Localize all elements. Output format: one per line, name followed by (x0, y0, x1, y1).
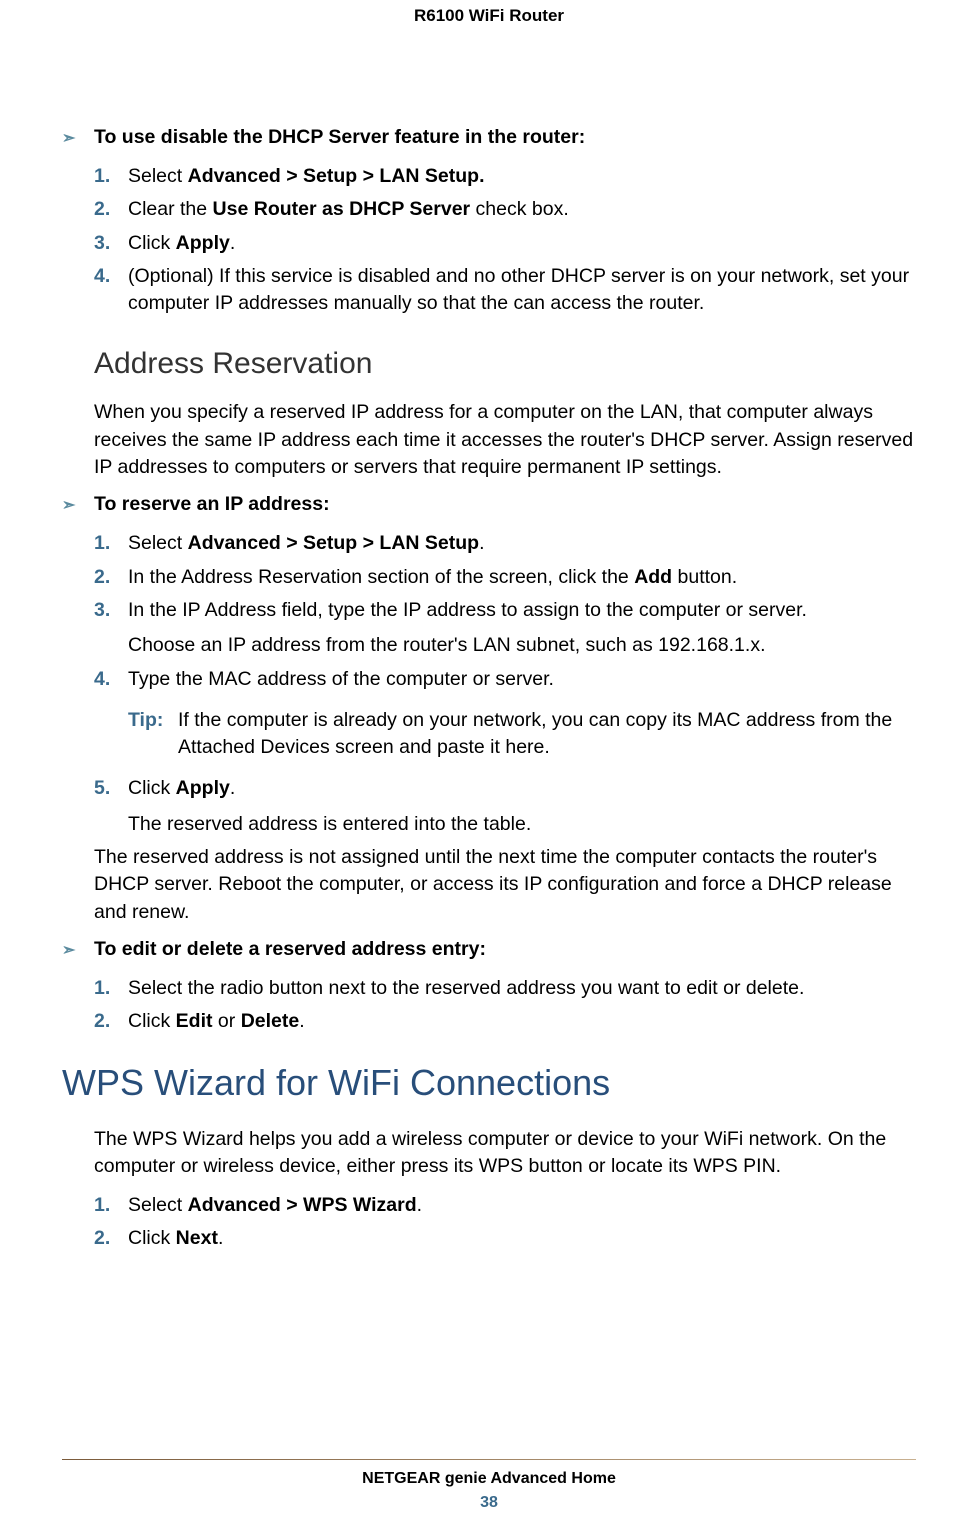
list-item: 1. Select the radio button next to the re… (94, 975, 916, 1002)
section-heading-address-reservation: Address Reservation (94, 347, 916, 381)
step-post: . (218, 1227, 223, 1249)
step-number: 4. (94, 666, 110, 693)
steps-wps: 1. Select Advanced > WPS Wizard. 2. Click … (62, 1192, 916, 1253)
step-text: In the Address Reservation section of th… (128, 566, 634, 588)
list-item: 3. Click Apply. (94, 230, 916, 257)
footer-divider (62, 1459, 916, 1460)
paragraph: When you specify a reserved IP address f… (94, 399, 916, 481)
step-bold: Add (634, 566, 672, 588)
arrow-icon: ➣ (62, 940, 75, 960)
step-text: Select (128, 165, 188, 187)
page-header: R6100 WiFi Router (0, 0, 978, 26)
list-item: 1. Select Advanced > Setup > LAN Setup. (94, 530, 916, 557)
list-item: 2. In the Address Reservation section of … (94, 564, 916, 591)
step-number: 2. (94, 1225, 110, 1252)
tip-block: Tip: If the computer is already on your … (128, 707, 916, 762)
step-bold: Edit (176, 1010, 213, 1032)
step-post: check box. (470, 198, 569, 220)
step-number: 2. (94, 1008, 110, 1035)
footer-title: NETGEAR genie Advanced Home (0, 1470, 978, 1488)
step-post: or (213, 1010, 241, 1032)
step-text: Select the radio button next to the rese… (128, 977, 804, 999)
list-item: 4. Type the MAC address of the computer o… (94, 666, 916, 693)
step-post: . (230, 777, 235, 799)
paragraph: The WPS Wizard helps you add a wireless … (94, 1126, 916, 1181)
step-text: Click (128, 1010, 176, 1032)
step-text: In the IP Address field, type the IP add… (128, 599, 807, 621)
step-post: . (230, 232, 235, 254)
step-post: button. (672, 566, 737, 588)
task-heading-text: To reserve an IP address: (94, 493, 330, 515)
step-number: 1. (94, 163, 110, 190)
step-text: Type the MAC address of the computer or … (128, 668, 554, 690)
step-text: Click (128, 1227, 176, 1249)
step-number: 2. (94, 564, 110, 591)
list-item: 2. Click Edit or Delete. (94, 1008, 916, 1035)
list-item: 1. Select Advanced > Setup > LAN Setup. (94, 163, 916, 190)
list-item: 5. Click Apply. The reserved address is en… (94, 775, 916, 838)
task-heading-edit-delete: ➣ To edit or delete a reserved address e… (62, 938, 916, 961)
step-text: Click (128, 777, 176, 799)
step-post: . (479, 532, 484, 554)
page-footer: NETGEAR genie Advanced Home 38 (0, 1459, 978, 1512)
step-number: 3. (94, 597, 110, 624)
tip-label: Tip: (128, 707, 163, 734)
step-number: 2. (94, 196, 110, 223)
step-number: 5. (94, 775, 110, 802)
page-number: 38 (0, 1494, 978, 1512)
page-content: ➣ To use disable the DHCP Server feature… (0, 26, 978, 1253)
steps-reserve-ip-cont: 5. Click Apply. The reserved address is en… (62, 775, 916, 838)
step-text: Select (128, 532, 188, 554)
step-post: . (417, 1194, 422, 1216)
step-bold: Apply (176, 232, 230, 254)
step-text: Select (128, 1194, 188, 1216)
step-bold2: Delete (241, 1010, 300, 1032)
step-text: Click (128, 232, 176, 254)
paragraph: The reserved address is not assigned unt… (94, 844, 916, 926)
steps-edit-delete: 1. Select the radio button next to the re… (62, 975, 916, 1036)
step-post2: . (299, 1010, 304, 1032)
step-text: (Optional) If this service is disabled a… (128, 265, 909, 314)
step-number: 1. (94, 1192, 110, 1219)
step-sub: The reserved address is entered into the… (128, 811, 916, 838)
task-heading-text: To use disable the DHCP Server feature i… (94, 126, 585, 148)
list-item: 4. (Optional) If this service is disabled… (94, 263, 916, 318)
step-bold: Next (176, 1227, 218, 1249)
step-number: 1. (94, 530, 110, 557)
section-heading-wps-wizard: WPS Wizard for WiFi Connections (62, 1062, 916, 1104)
step-bold: Use Router as DHCP Server (213, 198, 471, 220)
tip-text: If the computer is already on your netwo… (178, 709, 892, 758)
steps-dhcp-disable: 1. Select Advanced > Setup > LAN Setup. 2… (62, 163, 916, 317)
task-heading-text: To edit or delete a reserved address ent… (94, 938, 486, 960)
step-number: 1. (94, 975, 110, 1002)
list-item: 1. Select Advanced > WPS Wizard. (94, 1192, 916, 1219)
list-item: 2. Click Next. (94, 1225, 916, 1252)
task-heading-reserve-ip: ➣ To reserve an IP address: (62, 493, 916, 516)
arrow-icon: ➣ (62, 495, 75, 515)
step-text: Clear the (128, 198, 213, 220)
steps-reserve-ip: 1. Select Advanced > Setup > LAN Setup. 2… (62, 530, 916, 692)
list-item: 2. Clear the Use Router as DHCP Server ch… (94, 196, 916, 223)
list-item: 3. In the IP Address field, type the IP a… (94, 597, 916, 660)
step-bold: Apply (176, 777, 230, 799)
step-number: 4. (94, 263, 110, 290)
step-bold: Advanced > Setup > LAN Setup (188, 532, 479, 554)
step-bold: Advanced > WPS Wizard (188, 1194, 417, 1216)
step-bold: Advanced > Setup > LAN Setup. (188, 165, 485, 187)
arrow-icon: ➣ (62, 128, 75, 148)
task-heading-dhcp-disable: ➣ To use disable the DHCP Server feature… (62, 126, 916, 149)
step-sub: Choose an IP address from the router's L… (128, 632, 916, 659)
step-number: 3. (94, 230, 110, 257)
